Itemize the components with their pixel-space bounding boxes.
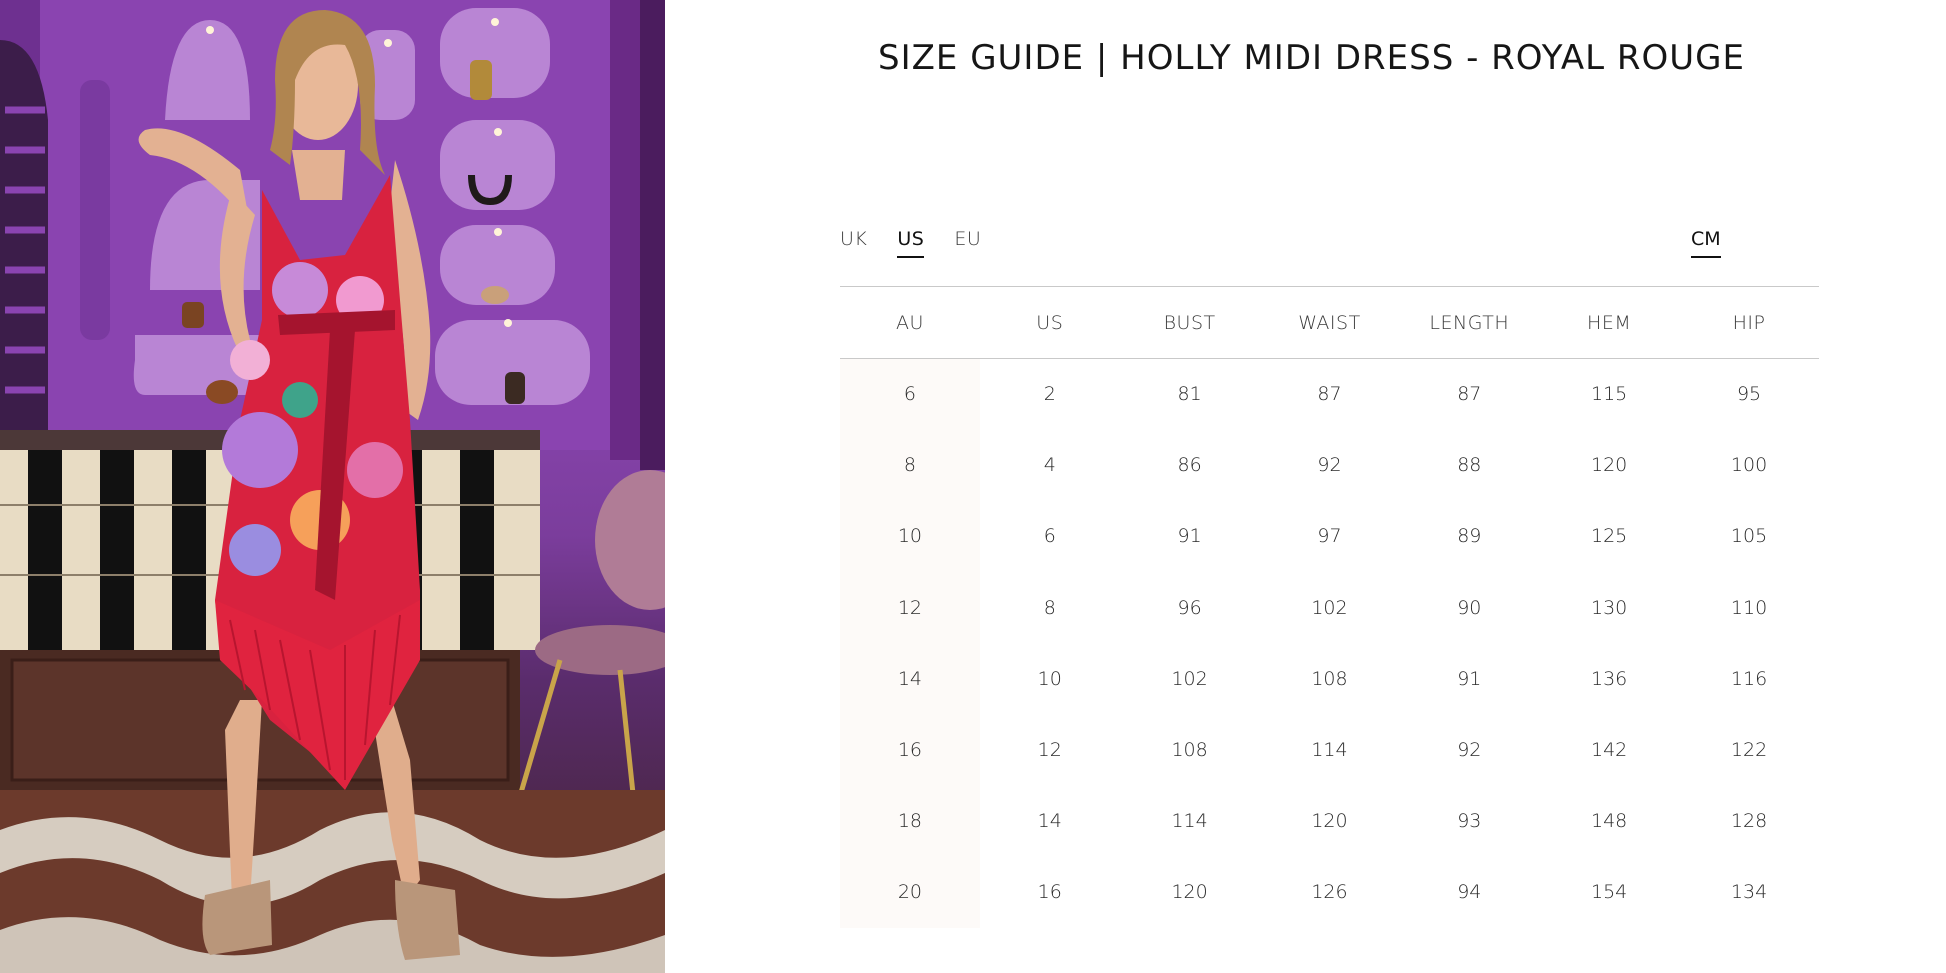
cell-bust: 81 xyxy=(1177,383,1202,406)
cell-hip: 100 xyxy=(1730,454,1768,477)
table-row: 8 4 86 92 88 120 100 xyxy=(840,429,1819,501)
header-length: LENGTH xyxy=(1399,286,1540,359)
cell-hip: 116 xyxy=(1730,667,1768,690)
cell-au: 16 xyxy=(840,714,980,786)
cell-waist: 120 xyxy=(1311,810,1348,833)
table-row: 6 2 81 87 87 115 95 xyxy=(840,358,1819,430)
cell-us: 16 xyxy=(1037,881,1062,904)
header-hip: HIP xyxy=(1679,286,1819,359)
cell-waist: 92 xyxy=(1317,454,1342,477)
cell-bust: 102 xyxy=(1171,667,1208,690)
cell-hip: 110 xyxy=(1730,596,1768,619)
header-bust: BUST xyxy=(1119,286,1260,359)
cell-bust: 120 xyxy=(1171,881,1208,904)
cell-waist: 97 xyxy=(1317,525,1342,548)
tab-eu[interactable]: EU xyxy=(954,228,981,258)
cell-us: 8 xyxy=(1043,596,1056,619)
cell-length: 90 xyxy=(1457,596,1482,619)
cell-bust: 86 xyxy=(1177,454,1202,477)
cell-au: 8 xyxy=(840,429,980,501)
cell-hem: 115 xyxy=(1591,383,1628,406)
cell-hem: 120 xyxy=(1591,454,1628,477)
cell-us: 6 xyxy=(1043,525,1056,548)
cell-hip: 128 xyxy=(1730,810,1768,833)
cell-us: 14 xyxy=(1037,810,1062,833)
model-wearing-dress-image xyxy=(0,0,665,973)
cell-bust: 108 xyxy=(1171,739,1208,762)
cell-au: 6 xyxy=(840,358,980,430)
table-row: 16 12 108 114 92 142 122 xyxy=(840,714,1819,786)
cell-us: 10 xyxy=(1037,667,1062,690)
tab-us[interactable]: US xyxy=(897,228,925,258)
cell-au: 18 xyxy=(840,785,980,857)
size-table: AU US BUST WAIST LENGTH HEM HIP 6 2 81 8… xyxy=(840,286,1819,928)
cell-hem: 125 xyxy=(1591,525,1628,548)
cell-waist: 102 xyxy=(1311,596,1348,619)
cell-length: 91 xyxy=(1457,667,1482,690)
cell-hip: 122 xyxy=(1730,739,1768,762)
cell-hem: 130 xyxy=(1591,596,1628,619)
table-row: 10 6 91 97 89 125 105 xyxy=(840,500,1819,573)
header-au: AU xyxy=(840,286,980,359)
cell-us: 4 xyxy=(1043,454,1056,477)
cell-us: 12 xyxy=(1037,739,1062,762)
tab-uk[interactable]: UK xyxy=(840,228,867,258)
cell-au: 12 xyxy=(840,572,980,644)
cell-length: 88 xyxy=(1457,454,1482,477)
cell-length: 94 xyxy=(1457,881,1482,904)
cell-bust: 96 xyxy=(1177,596,1202,619)
cell-length: 93 xyxy=(1457,810,1482,833)
cell-length: 87 xyxy=(1457,383,1482,406)
cell-hem: 148 xyxy=(1591,810,1628,833)
tab-cm[interactable]: CM xyxy=(1691,228,1721,258)
cell-us: 2 xyxy=(1043,383,1056,406)
product-photo xyxy=(0,0,665,973)
cell-waist: 114 xyxy=(1311,739,1348,762)
region-tabs: UK US EU xyxy=(840,228,981,258)
cell-hip: 134 xyxy=(1730,881,1768,904)
cell-length: 92 xyxy=(1457,739,1482,762)
table-row: 20 16 120 126 94 154 134 xyxy=(840,856,1819,928)
cell-waist: 126 xyxy=(1311,881,1348,904)
table-header-row: AU US BUST WAIST LENGTH HEM HIP xyxy=(840,286,1819,359)
cell-hip: 105 xyxy=(1730,525,1768,548)
cell-hem: 142 xyxy=(1591,739,1628,762)
table-row: 14 10 102 108 91 136 116 xyxy=(840,643,1819,715)
cell-bust: 114 xyxy=(1171,810,1208,833)
header-hem: HEM xyxy=(1539,286,1680,359)
cell-bust: 91 xyxy=(1177,525,1202,548)
table-row: 12 8 96 102 90 130 110 xyxy=(840,572,1819,644)
cell-hem: 136 xyxy=(1591,667,1628,690)
cell-au: 20 xyxy=(840,856,980,928)
cell-waist: 87 xyxy=(1317,383,1342,406)
cell-waist: 108 xyxy=(1311,667,1348,690)
cell-hem: 154 xyxy=(1591,881,1628,904)
page-title: SIZE GUIDE | HOLLY MIDI DRESS - ROYAL RO… xyxy=(878,38,1745,78)
cell-au: 14 xyxy=(840,643,980,715)
cell-hip: 95 xyxy=(1736,383,1762,406)
cell-length: 89 xyxy=(1457,525,1482,548)
header-us: US xyxy=(979,286,1120,359)
table-row: 18 14 114 120 93 148 128 xyxy=(840,785,1819,857)
cell-au: 10 xyxy=(840,500,980,573)
header-waist: WAIST xyxy=(1259,286,1400,359)
